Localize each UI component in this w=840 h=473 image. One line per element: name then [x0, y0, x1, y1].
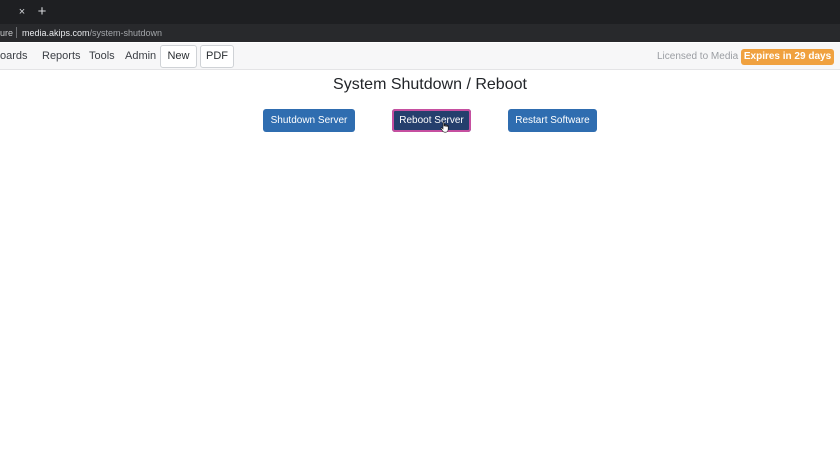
page-title: System Shutdown / Reboot	[333, 76, 527, 93]
pdf-button[interactable]: PDF	[200, 45, 234, 68]
nav-dashboards[interactable]: oards	[0, 50, 28, 63]
new-button[interactable]: New	[160, 45, 197, 68]
url-text[interactable]: media.akips.com/system-shutdown	[22, 27, 162, 39]
restart-software-button[interactable]: Restart Software	[508, 109, 597, 132]
reboot-server-button[interactable]: Reboot Server	[392, 109, 471, 132]
plus-icon[interactable]: +	[35, 4, 49, 20]
url-path: /system-shutdown	[89, 28, 163, 38]
nav-reports[interactable]: Reports	[42, 50, 81, 63]
nav-tools[interactable]: Tools	[89, 50, 115, 63]
security-label[interactable]: ure	[0, 27, 13, 39]
shutdown-server-button[interactable]: Shutdown Server	[263, 109, 355, 132]
license-text: Licensed to Media	[657, 51, 739, 62]
browser-tabstrip: × +	[0, 0, 840, 24]
top-navbar: oards Reports Tools Admin New PDF Licens…	[0, 43, 840, 70]
nav-admin[interactable]: Admin	[125, 50, 156, 63]
address-bar[interactable]: ure media.akips.com/system-shutdown	[0, 24, 840, 42]
address-separator	[16, 27, 17, 38]
url-host: media.akips.com	[22, 28, 90, 38]
expires-badge: Expires in 29 days	[741, 49, 834, 65]
close-icon[interactable]: ×	[16, 6, 28, 18]
